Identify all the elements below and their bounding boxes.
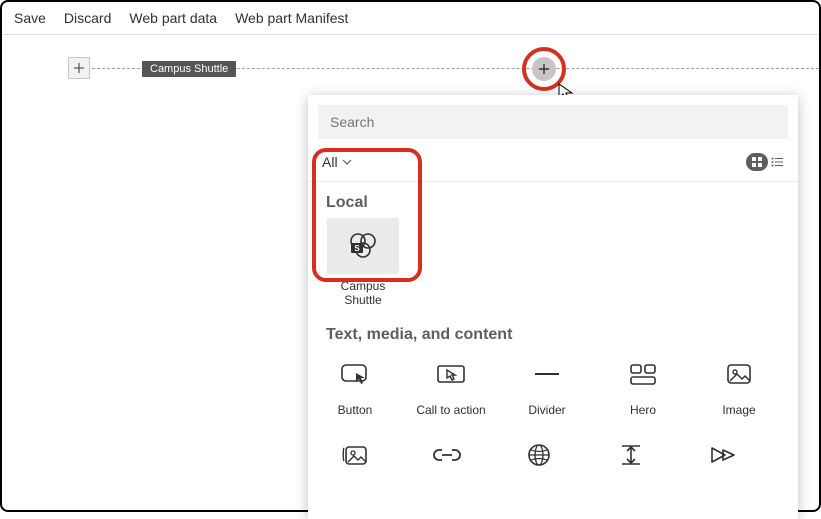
highlight-circle xyxy=(522,47,566,91)
discard-button[interactable]: Discard xyxy=(64,10,111,26)
stream-icon xyxy=(709,444,737,466)
image-gallery-icon xyxy=(340,442,370,468)
tile-label: Hero xyxy=(630,404,656,418)
button-icon xyxy=(340,362,370,386)
chevron-down-icon xyxy=(342,157,352,167)
section-header-text-media: Text, media, and content xyxy=(308,314,798,348)
category-filter[interactable]: All xyxy=(322,154,352,170)
webpart-tile-link[interactable] xyxy=(410,431,484,479)
top-toolbar: Save Discard Web part data Web part Mani… xyxy=(2,2,819,35)
webpart-tile-divider[interactable]: Divider xyxy=(510,350,584,418)
editor-canvas: Campus Shuttle All xyxy=(2,35,819,507)
zone-tooltip: Campus Shuttle xyxy=(142,61,236,77)
tile-label: Call to action xyxy=(416,404,485,418)
webpart-tile-call-to-action[interactable]: Call to action xyxy=(414,350,488,418)
grid-icon xyxy=(752,157,762,167)
divider-icon xyxy=(533,362,561,386)
tile-label: Button xyxy=(338,404,373,418)
spacer-icon xyxy=(618,442,644,468)
filter-row: All xyxy=(308,149,798,182)
sharepoint-icon: S xyxy=(346,231,380,261)
tile-label: CampusShuttle xyxy=(341,280,386,308)
webpart-manifest-button[interactable]: Web part Manifest xyxy=(235,10,348,26)
image-icon xyxy=(725,362,753,386)
list-icon xyxy=(771,157,783,167)
grid-view-button[interactable] xyxy=(746,153,768,171)
filter-label: All xyxy=(322,154,338,170)
search-input[interactable] xyxy=(328,113,778,131)
plus-icon xyxy=(73,62,85,74)
tile-label: Image xyxy=(722,404,755,418)
save-button[interactable]: Save xyxy=(14,10,46,26)
globe-icon xyxy=(526,442,552,468)
webpart-tile-hero[interactable]: Hero xyxy=(606,350,680,418)
webpart-row: Button Call to action Divider Hero xyxy=(308,348,798,418)
search-container xyxy=(318,105,788,139)
webpart-row-2 xyxy=(308,417,798,479)
webpart-data-button[interactable]: Web part data xyxy=(129,10,217,26)
hero-icon xyxy=(629,362,657,386)
webpart-tile-button[interactable]: Button xyxy=(318,350,392,418)
add-section-button[interactable] xyxy=(68,57,90,79)
cta-icon xyxy=(436,362,466,386)
add-webpart-button[interactable] xyxy=(532,57,556,81)
local-section: Local S CampusShuttle xyxy=(316,182,790,314)
list-view-button[interactable] xyxy=(768,153,786,171)
webpart-picker-panel: All Local xyxy=(308,95,798,519)
webpart-tile-embed[interactable] xyxy=(502,431,576,479)
webpart-tile-campus-shuttle[interactable]: S CampusShuttle xyxy=(326,218,400,308)
webpart-tile-spacer[interactable] xyxy=(594,431,668,479)
webpart-tile-stream[interactable] xyxy=(686,431,760,479)
webpart-tile-image-gallery[interactable] xyxy=(318,431,392,479)
webpart-tile-image[interactable]: Image xyxy=(702,350,776,418)
svg-text:S: S xyxy=(354,244,360,253)
section-header-local: Local xyxy=(316,182,790,216)
plus-icon xyxy=(538,63,550,75)
link-icon xyxy=(432,445,462,465)
tile-label: Divider xyxy=(528,404,565,418)
view-toggle xyxy=(746,153,786,171)
